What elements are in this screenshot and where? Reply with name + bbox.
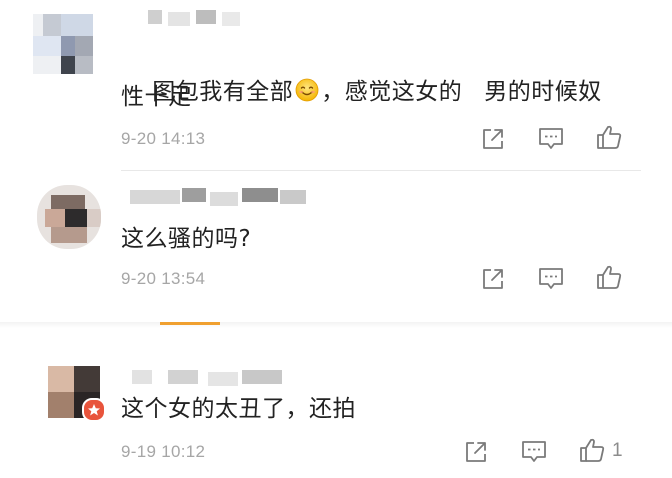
comment-icon <box>539 128 563 149</box>
comment-text: 这么骚的吗? <box>121 226 252 252</box>
username[interactable] <box>138 8 248 26</box>
verified-badge-icon <box>82 398 106 422</box>
thumbs-up-icon <box>580 438 605 462</box>
timestamp: 9-20 13:54 <box>121 269 206 288</box>
like-button[interactable] <box>578 436 606 464</box>
share-button[interactable] <box>479 125 507 153</box>
thumbs-up-icon <box>597 125 622 149</box>
comment-icon <box>522 441 546 462</box>
comment-icon <box>539 268 563 289</box>
comment-item: 这么骚的吗? 9-20 13:54 <box>0 170 672 310</box>
share-button[interactable] <box>479 265 507 293</box>
username[interactable] <box>130 188 310 206</box>
thumbs-up-icon <box>597 265 622 289</box>
comment-button[interactable] <box>537 265 565 293</box>
share-icon <box>466 442 486 462</box>
smiling-face-emoji-icon <box>295 78 319 102</box>
username[interactable] <box>128 368 298 386</box>
share-button[interactable] <box>462 438 490 466</box>
comment-text-part: 男的时候奴 <box>484 79 602 105</box>
comment-item: 图包我有全部 ，感觉这女的 男的时候奴 性十足 9-20 14:13 <box>0 0 672 170</box>
section-gap <box>0 322 672 328</box>
share-icon <box>483 129 503 149</box>
accent-bar <box>160 322 220 325</box>
share-icon <box>483 269 503 289</box>
comment-text: 这个女的太丑了，还拍 <box>121 396 356 422</box>
timestamp: 9-20 14:13 <box>121 129 206 148</box>
comment-text-part: ，感觉这女的 <box>321 79 463 105</box>
like-button[interactable] <box>595 263 623 291</box>
timestamp: 9-19 10:12 <box>121 442 206 461</box>
comment-item: 这个女的太丑了，还拍 9-19 10:12 1 <box>0 330 672 478</box>
comment-button[interactable] <box>520 438 548 466</box>
like-count: 1 <box>612 440 623 461</box>
avatar[interactable] <box>33 14 93 74</box>
comment-text-line2: 性十足 <box>121 84 192 110</box>
like-button[interactable] <box>595 123 623 151</box>
comment-button[interactable] <box>537 125 565 153</box>
avatar[interactable] <box>37 185 101 249</box>
